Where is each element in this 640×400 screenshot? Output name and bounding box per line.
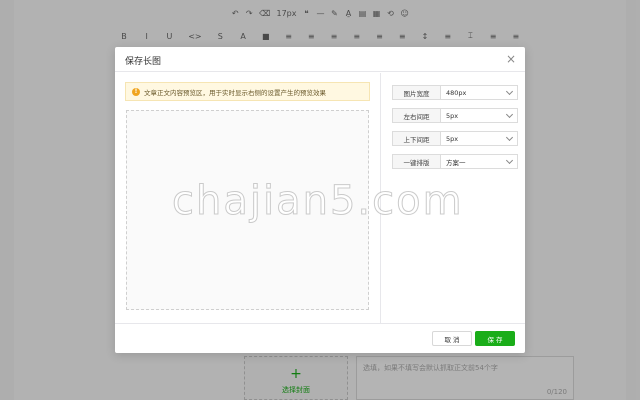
settings-list: 图片宽度 480px 左右间距 5px 上下间距 5px 一键排版 方案一 — [392, 85, 518, 177]
preview-tip-text: 文章正文内容预览区，用于实时显示右侧的设置产生的预览效果 — [144, 88, 326, 97]
preview-tip: ! 文章正文内容预览区，用于实时显示右侧的设置产生的预览效果 — [125, 82, 370, 101]
close-icon[interactable]: × — [505, 52, 517, 66]
setting-horizontal-spacing: 左右间距 5px — [392, 108, 518, 123]
chevron-down-icon — [505, 87, 514, 95]
cancel-button[interactable]: 取 消 — [432, 331, 472, 346]
preview-pane: ! 文章正文内容预览区，用于实时显示右侧的设置产生的预览效果 — [115, 73, 380, 323]
preview-area — [126, 110, 369, 310]
dialog-title: 保存长图 — [125, 57, 162, 67]
dialog-footer: 取 消 保 存 — [115, 323, 525, 353]
setting-label: 左右间距 — [393, 109, 441, 122]
dialog-header: 保存长图 × — [115, 47, 525, 72]
setting-label: 图片宽度 — [393, 86, 441, 99]
image-width-select[interactable]: 480px — [441, 86, 517, 99]
select-value: 5px — [446, 111, 459, 120]
select-value: 方案一 — [446, 158, 466, 167]
setting-label: 一键排版 — [393, 155, 441, 168]
chevron-down-icon — [505, 110, 514, 118]
setting-one-click-layout: 一键排版 方案一 — [392, 154, 518, 169]
chevron-down-icon — [505, 156, 514, 164]
layout-scheme-select[interactable]: 方案一 — [441, 155, 517, 168]
warning-icon: ! — [132, 87, 140, 96]
setting-label: 上下间距 — [393, 132, 441, 145]
save-long-image-dialog: 保存长图 × ! 文章正文内容预览区，用于实时显示右侧的设置产生的预览效果 图片… — [115, 47, 525, 353]
select-value: 480px — [446, 88, 467, 97]
save-button[interactable]: 保 存 — [475, 331, 515, 346]
settings-pane: 图片宽度 480px 左右间距 5px 上下间距 5px 一键排版 方案一 — [380, 73, 525, 323]
chevron-down-icon — [505, 133, 514, 141]
vertical-spacing-select[interactable]: 5px — [441, 132, 517, 145]
horizontal-spacing-select[interactable]: 5px — [441, 109, 517, 122]
setting-image-width: 图片宽度 480px — [392, 85, 518, 100]
setting-vertical-spacing: 上下间距 5px — [392, 131, 518, 146]
select-value: 5px — [446, 134, 459, 143]
